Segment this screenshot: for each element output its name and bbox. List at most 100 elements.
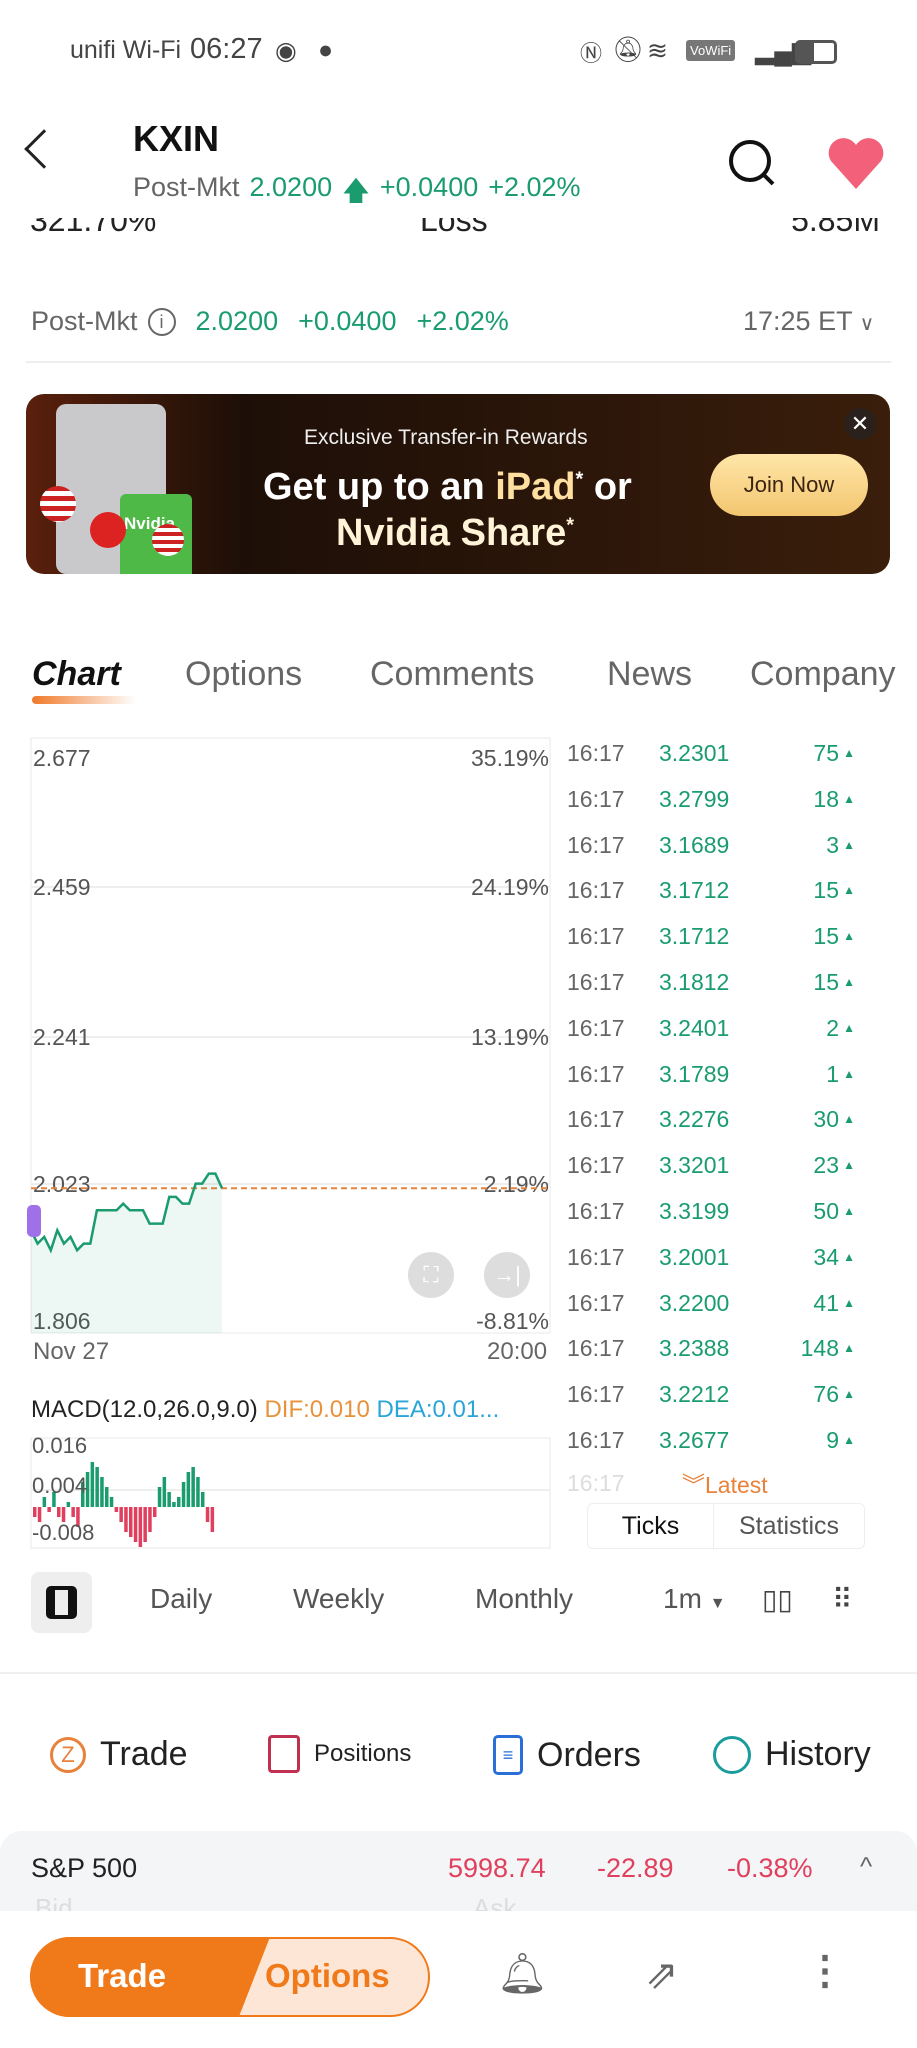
latest-button[interactable]: ︾Latest xyxy=(682,1466,768,1500)
index-value: 5998.74 xyxy=(448,1853,546,1883)
nfc-icon: Ⓝ xyxy=(580,41,603,66)
period-monthly[interactable]: Monthly xyxy=(475,1583,573,1615)
period-weekly[interactable]: Weekly xyxy=(293,1583,384,1615)
macd-bar xyxy=(90,1462,95,1507)
tick-price: 3.3199 xyxy=(659,1198,730,1224)
interval-dropdown[interactable]: 1m ▼ xyxy=(663,1583,726,1615)
tick-volume: 18 xyxy=(813,785,839,812)
tick-time: 16:17 xyxy=(567,831,625,858)
tick-volume: 23 xyxy=(813,1152,839,1179)
macd-frame xyxy=(30,1437,551,1549)
tick-row: 16:17 3.2276 30 ▲ xyxy=(567,1106,877,1152)
macd-bar xyxy=(167,1492,171,1507)
tick-price: 3.1789 xyxy=(659,1060,730,1087)
vowifi-badge: VoWiFi xyxy=(686,40,736,61)
tick-time: 16:17 xyxy=(567,1152,625,1179)
macd-bar xyxy=(119,1507,123,1522)
price-chart[interactable]: 2.677 35.19% 2.459 24.19% 2.241 13.19% 2.023 2.… xyxy=(0,0,560,1360)
tick-price: 3.2401 xyxy=(659,1014,730,1041)
up-triangle-icon: ▲ xyxy=(843,883,855,898)
tick-volume: 1 xyxy=(826,1060,839,1087)
close-banner-button[interactable]: ✕ xyxy=(844,408,876,440)
macd-bar xyxy=(95,1467,99,1507)
more-options-icon[interactable]: ⋮ xyxy=(805,1948,845,1994)
tab-news[interactable]: News xyxy=(607,655,692,694)
ask-label: Ask xyxy=(473,1893,517,1911)
fullscreen-button[interactable]: ⛶ xyxy=(408,1252,454,1298)
orders-clipboard-icon: ≡ xyxy=(493,1735,523,1775)
up-triangle-icon: ▲ xyxy=(843,975,855,989)
positions-action[interactable]: Positions xyxy=(268,1735,411,1773)
search-icon[interactable] xyxy=(727,138,779,190)
orders-action[interactable]: ≡ Orders xyxy=(493,1735,641,1775)
candlestick-icon[interactable]: ▯▯ xyxy=(762,1583,793,1616)
tick-row: 16:17 3.1812 15 ▲ xyxy=(567,969,877,1015)
tick-volume: 41 xyxy=(813,1289,839,1316)
tick-volume: 2 xyxy=(826,1014,839,1041)
x-end-label: 20:00 xyxy=(487,1338,548,1365)
trade-icon: Z xyxy=(50,1736,86,1773)
jump-latest-button[interactable]: →| xyxy=(484,1252,530,1298)
price-area xyxy=(31,1173,222,1333)
index-pct: -0.38% xyxy=(727,1853,813,1883)
history-action[interactable]: History xyxy=(713,1735,871,1774)
tick-price: 3.3201 xyxy=(659,1152,730,1179)
tick-price: 3.2301 xyxy=(659,740,730,766)
tab-company[interactable]: Company xyxy=(750,655,917,694)
wifi-icon: ≋ xyxy=(647,37,668,65)
trade-button[interactable]: Trade xyxy=(78,1957,166,1995)
favorite-heart-icon[interactable] xyxy=(826,135,886,191)
event-marker xyxy=(27,1205,41,1237)
tab-ticks[interactable]: Ticks xyxy=(588,1504,714,1548)
tick-time: 16:17 xyxy=(567,740,625,766)
post-market-time-dropdown[interactable]: 17:25 ET ∨ xyxy=(743,306,874,337)
macd-bar xyxy=(105,1487,109,1507)
period-daily[interactable]: Daily xyxy=(150,1583,212,1615)
pct-axis-label: 2.19% xyxy=(484,1171,549,1197)
grid-icon[interactable]: ⠿ xyxy=(832,1583,853,1616)
tick-time: 16:17 xyxy=(567,785,625,812)
tick-row: 16:17 3.1712 15 ▲ xyxy=(567,923,877,969)
tick-price: 3.1689 xyxy=(659,831,730,858)
index-ticker-bar[interactable]: S&P 500 5998.74 -22.89 -0.38% ^ Bid Ask xyxy=(0,1831,917,1911)
ticks-tabs: Ticks Statistics xyxy=(587,1503,865,1549)
chevron-up-icon[interactable]: ^ xyxy=(860,1851,872,1882)
macd-chart[interactable]: 0.016 0.004 -0.008 xyxy=(0,1430,560,1555)
add-alert-bell-icon[interactable]: 🔔︎ xyxy=(497,1950,548,1997)
macd-bar xyxy=(138,1507,143,1547)
tick-volume: 76 xyxy=(813,1381,839,1408)
macd-bar xyxy=(143,1507,147,1542)
sidebar-toggle-button[interactable] xyxy=(31,1572,92,1633)
up-triangle-icon: ▲ xyxy=(843,1433,855,1447)
positions-icon xyxy=(268,1735,300,1773)
up-triangle-icon: ▲ xyxy=(843,1066,855,1081)
macd-bar xyxy=(109,1497,114,1507)
tab-statistics[interactable]: Statistics xyxy=(714,1504,864,1548)
up-triangle-icon: ▲ xyxy=(843,1112,855,1127)
macd-bar xyxy=(181,1482,186,1507)
stat-right: 5.85M xyxy=(791,218,880,238)
up-triangle-icon: ▲ xyxy=(843,1158,855,1173)
y-axis-label: 2.023 xyxy=(33,1171,91,1197)
y-axis-label: 2.677 xyxy=(33,745,91,771)
macd-bar xyxy=(129,1507,133,1537)
bid-label: Bid xyxy=(35,1893,73,1911)
battery-icon xyxy=(795,40,837,64)
macd-bar xyxy=(66,1502,71,1507)
tick-time: 16:17 xyxy=(567,1060,625,1087)
divider xyxy=(0,1672,917,1674)
up-triangle-icon: ▲ xyxy=(843,1341,855,1356)
options-button[interactable]: Options xyxy=(265,1957,390,1995)
macd-bar xyxy=(71,1507,75,1517)
up-triangle-icon: ▲ xyxy=(843,746,855,760)
tick-price: 3.2388 xyxy=(659,1335,730,1362)
double-chevron-down-icon: ︾ xyxy=(682,1472,705,1498)
join-now-button[interactable]: Join Now xyxy=(710,454,868,516)
macd-bar xyxy=(133,1507,138,1542)
share-icon[interactable]: ⇗ xyxy=(645,1952,679,1998)
tick-volume: 148 xyxy=(800,1335,839,1362)
trade-action[interactable]: Z Trade xyxy=(50,1735,188,1774)
macd-bar xyxy=(196,1477,200,1507)
macd-bar xyxy=(100,1477,104,1507)
macd-bar xyxy=(47,1507,51,1512)
